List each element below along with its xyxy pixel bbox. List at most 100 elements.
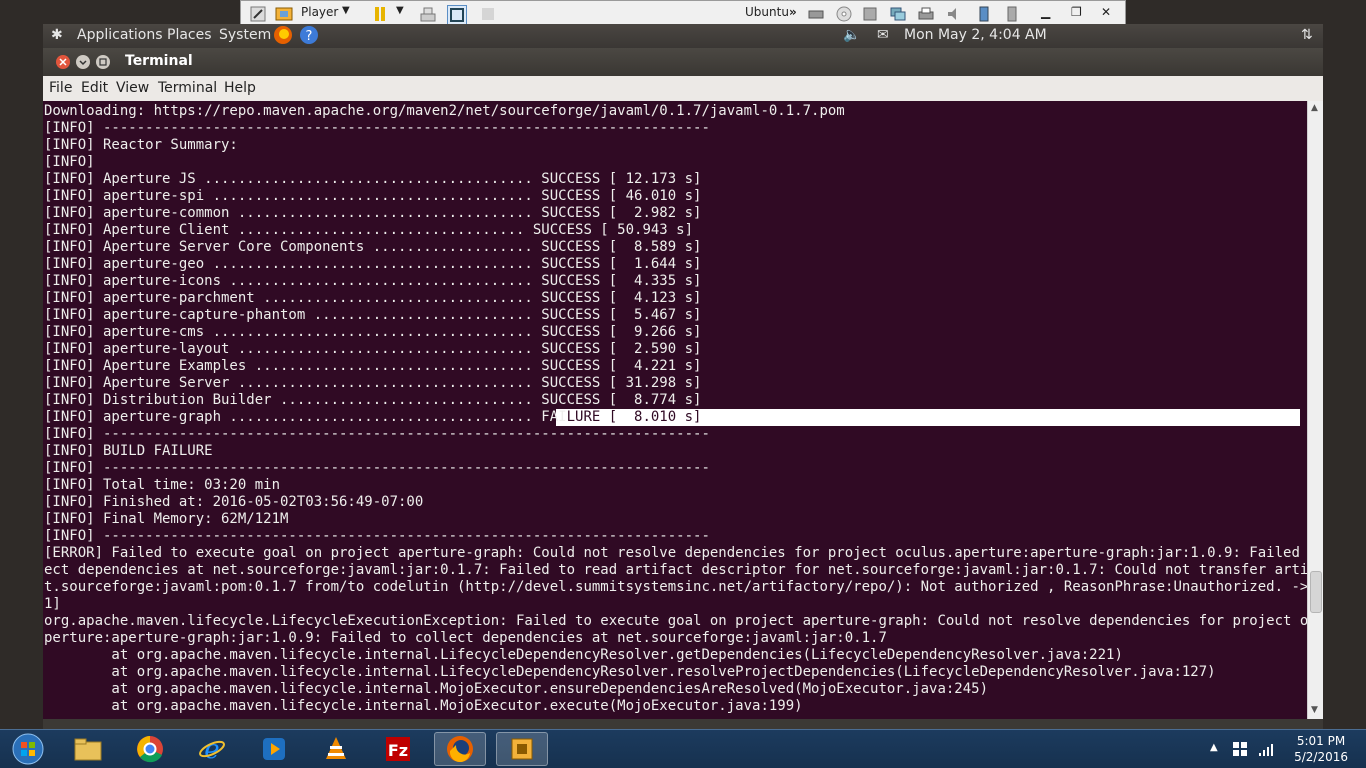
terminal-line: Downloading: https://repo.maven.apache.o… (44, 103, 845, 119)
terminal-line: t.sourceforge:javaml:pom:0.1.7 from/to c… (44, 579, 1307, 595)
menu-terminal[interactable]: Terminal (158, 80, 217, 96)
terminal-menubar: File Edit View Terminal Help (43, 76, 1323, 101)
volume-icon[interactable]: 🔈 (843, 27, 860, 43)
ubuntu-logo-icon[interactable]: ✱ (51, 27, 63, 43)
restore-icon[interactable]: ❐ (1071, 5, 1082, 23)
show-hidden-icons-icon[interactable]: ▲ (1210, 742, 1218, 753)
window-title: Terminal (125, 53, 193, 69)
scroll-thumb[interactable] (1310, 571, 1322, 613)
menu-file[interactable]: File (49, 80, 72, 96)
terminal-line: [INFO] Distribution Builder ............… (44, 392, 702, 408)
terminal-line: org.apache.maven.lifecycle.LifecycleExec… (44, 613, 1307, 629)
scroll-up-icon[interactable]: ▲ (1311, 103, 1318, 113)
vmware-icon[interactable] (496, 732, 548, 766)
hard-disk-icon[interactable] (807, 5, 825, 23)
player-menu[interactable]: Player (301, 5, 338, 23)
menu-view[interactable]: View (116, 80, 149, 96)
clock-date: 5/2/2016 (1294, 750, 1348, 764)
internet-explorer-icon[interactable]: e (186, 732, 238, 766)
terminal-line: [INFO] aperture-icons ..................… (44, 273, 702, 289)
help-icon[interactable]: ? (299, 25, 319, 49)
pause-icon[interactable] (371, 5, 389, 23)
firefox-launcher-icon[interactable] (273, 25, 293, 49)
terminal-line: [INFO] Reactor Summary: (44, 137, 238, 153)
network-icon[interactable] (889, 5, 907, 23)
terminal-scrollbar[interactable]: ▲ ▼ (1307, 101, 1323, 719)
sound-icon[interactable] (945, 5, 963, 23)
ubuntu-top-panel: ✱ Applications Places System ? 🔈 ✉ Mon M… (43, 24, 1323, 48)
applications-menu[interactable]: Applications (77, 27, 163, 43)
minimize-icon[interactable]: ▁ (1041, 5, 1050, 23)
floppy-icon[interactable] (861, 5, 879, 23)
usb-icon[interactable] (975, 5, 993, 23)
vlc-icon[interactable] (310, 732, 362, 766)
svg-text:Fz: Fz (388, 741, 408, 760)
clock[interactable]: Mon May 2, 4:04 AM (904, 27, 1047, 43)
terminal-line: at org.apache.maven.lifecycle.internal.L… (44, 664, 1216, 680)
terminal-line: perture:aperture-graph:jar:1.0.9: Failed… (44, 630, 887, 646)
media-player-icon[interactable] (248, 732, 300, 766)
send-ctrl-alt-del-icon[interactable] (419, 5, 437, 23)
terminal-line: [ERROR] Failed to execute goal on projec… (44, 545, 1307, 561)
menu-help[interactable]: Help (224, 80, 256, 96)
svg-text:?: ? (306, 29, 313, 44)
terminal-line: 1] (44, 596, 61, 612)
windows-taskbar: e Fz ▲ 5:01 PM 5/2/2016 (0, 729, 1366, 768)
usb-icon[interactable] (1003, 5, 1021, 23)
selected-text: LURE [ 8.010 s] (566, 409, 702, 425)
terminal-line: [INFO] aperture-spi ....................… (44, 188, 702, 204)
chevron-down-icon[interactable]: ▼ (342, 5, 350, 23)
pin-icon[interactable] (249, 5, 267, 23)
terminal-line: ect dependencies at net.sourceforge:java… (44, 562, 1307, 578)
chrome-icon[interactable] (124, 732, 176, 766)
terminal-line: [INFO] aperture-common .................… (44, 205, 702, 221)
terminal-line: [INFO] Aperture JS .....................… (44, 171, 702, 187)
svg-text:e: e (204, 735, 219, 763)
terminal-line: [INFO] ---------------------------------… (44, 120, 710, 136)
terminal-line: at org.apache.maven.lifecycle.internal.M… (44, 698, 803, 714)
terminal-line: [INFO] aperture-parchment ..............… (44, 290, 702, 306)
places-menu[interactable]: Places (167, 27, 212, 43)
cd-drive-icon[interactable] (835, 5, 853, 23)
chevron-right-icon[interactable]: » (789, 5, 797, 23)
printer-icon[interactable] (917, 5, 935, 23)
terminal-line: [INFO] ---------------------------------… (44, 460, 710, 476)
close-icon[interactable] (55, 54, 71, 74)
maximize-icon[interactable] (95, 54, 111, 74)
terminal-lines: Downloading: https://repo.maven.apache.o… (44, 103, 1307, 715)
vm-player-logo-icon (275, 5, 293, 23)
unity-icon[interactable] (479, 5, 497, 23)
terminal-line: [INFO] ---------------------------------… (44, 528, 710, 544)
terminal-line: at org.apache.maven.lifecycle.internal.M… (44, 681, 989, 697)
start-orb[interactable] (2, 732, 54, 766)
terminal-line: [INFO] Aperture Server Core Components .… (44, 239, 702, 255)
fullscreen-icon[interactable] (447, 5, 467, 25)
vm-name: Ubuntu (745, 5, 789, 19)
firefox-icon[interactable] (434, 732, 486, 766)
terminal-line: [INFO] aperture-graph ..................… (44, 409, 702, 425)
terminal-line: [INFO] (44, 154, 95, 170)
chevron-down-icon[interactable]: ▼ (396, 5, 404, 23)
minimize-icon[interactable] (75, 54, 91, 74)
terminal-line: [INFO] aperture-capture-phantom ........… (44, 307, 702, 323)
terminal-line: at org.apache.maven.lifecycle.internal.L… (44, 647, 1123, 663)
system-menu[interactable]: System (219, 27, 271, 43)
file-explorer-icon[interactable] (62, 732, 114, 766)
signal-icon[interactable] (1258, 740, 1274, 762)
menu-edit[interactable]: Edit (81, 80, 108, 96)
terminal-line: [INFO] Total time: 03:20 min (44, 477, 281, 493)
terminal-line: [INFO] Final Memory: 62M/121M (44, 511, 289, 527)
scroll-down-icon[interactable]: ▼ (1311, 705, 1318, 715)
terminal-line: [INFO] aperture-cms ....................… (44, 324, 702, 340)
window-titlebar: Terminal (43, 48, 1323, 76)
network-status-icon[interactable] (1232, 740, 1248, 762)
filezilla-icon[interactable]: Fz (372, 732, 424, 766)
terminal-line: [INFO] BUILD FAILURE (44, 443, 213, 459)
close-icon[interactable]: ✕ (1101, 5, 1111, 23)
terminal-output[interactable]: Downloading: https://repo.maven.apache.o… (43, 101, 1307, 719)
mail-icon[interactable]: ✉ (877, 27, 889, 43)
taskbar-clock[interactable]: 5:01 PM 5/2/2016 (1294, 733, 1348, 765)
terminal-line: [INFO] aperture-geo ....................… (44, 256, 702, 272)
terminal-line: [INFO] ---------------------------------… (44, 426, 710, 442)
network-arrows-icon[interactable]: ⇅ (1301, 27, 1313, 43)
